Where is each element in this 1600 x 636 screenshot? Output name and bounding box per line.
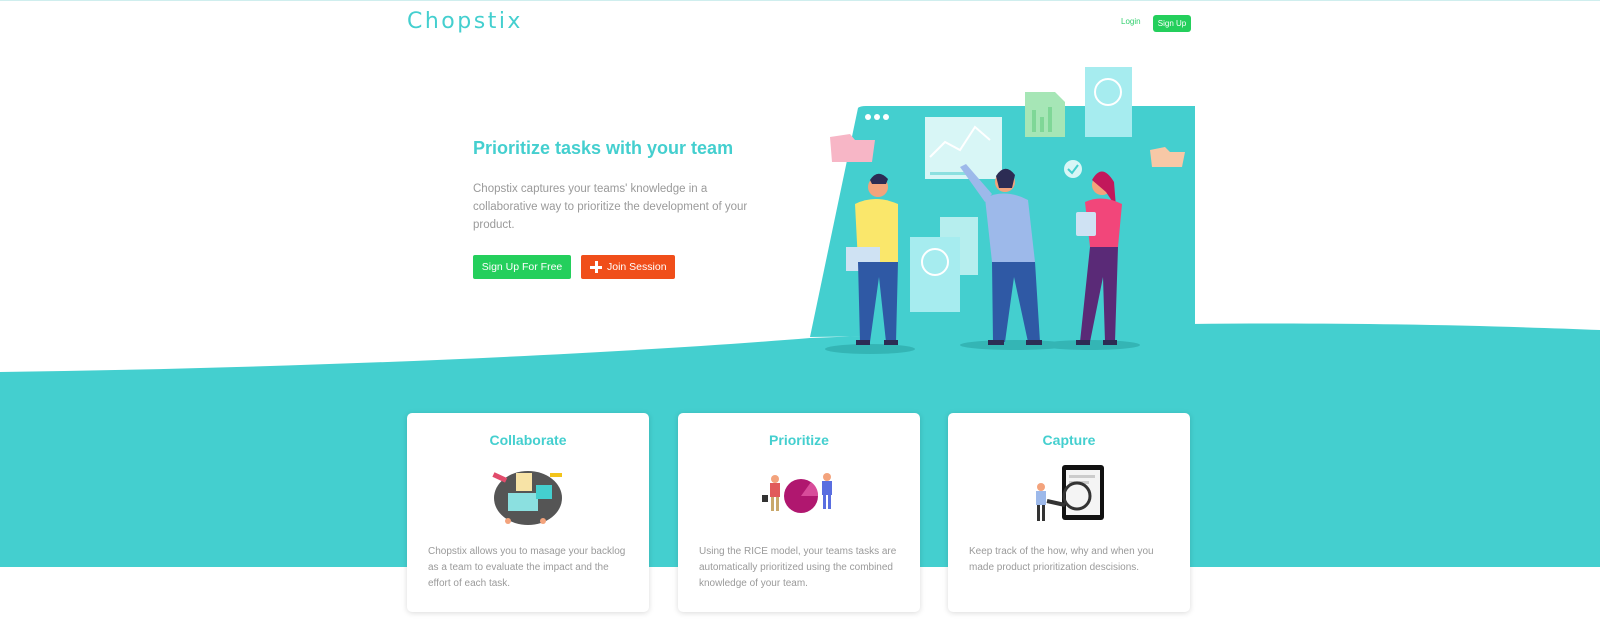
hero-title: Prioritize tasks with your team bbox=[473, 138, 734, 158]
feature-title: Prioritize bbox=[769, 432, 829, 448]
feature-card-prioritize: Prioritize Using the RICE model, your te… bbox=[678, 413, 920, 612]
site-header: Chopstix Login Sign Up bbox=[0, 0, 1600, 48]
join-session-label: Join Session bbox=[607, 261, 667, 273]
feature-card-collaborate: Collaborate Chopstix allows you to masag… bbox=[407, 413, 649, 612]
hero-description: Chopstix captures your teams' knowledge … bbox=[473, 183, 748, 231]
feature-title: Collaborate bbox=[489, 432, 567, 448]
chopstix-logo[interactable]: Chopstix bbox=[407, 9, 523, 34]
feature-title: Capture bbox=[1042, 432, 1096, 448]
feature-card-capture: Capture Keep track of the how, why and w… bbox=[948, 413, 1190, 612]
signup-button[interactable]: Sign Up bbox=[1153, 15, 1191, 32]
feature-text: Keep track of the how, why and when you … bbox=[969, 546, 1154, 573]
join-session-button[interactable]: Join Session bbox=[581, 255, 675, 279]
plus-icon bbox=[590, 261, 602, 273]
prioritize-icon bbox=[762, 473, 832, 513]
feature-text: Chopstix allows you to masage your backl… bbox=[428, 546, 626, 589]
team-illustration bbox=[810, 67, 1195, 354]
capture-icon bbox=[1036, 465, 1104, 521]
feature-text: Using the RICE model, your teams tasks a… bbox=[699, 546, 897, 589]
signup-free-button[interactable]: Sign Up For Free bbox=[473, 255, 571, 279]
collaborate-icon bbox=[492, 471, 562, 525]
login-link[interactable]: Login bbox=[1121, 17, 1141, 26]
